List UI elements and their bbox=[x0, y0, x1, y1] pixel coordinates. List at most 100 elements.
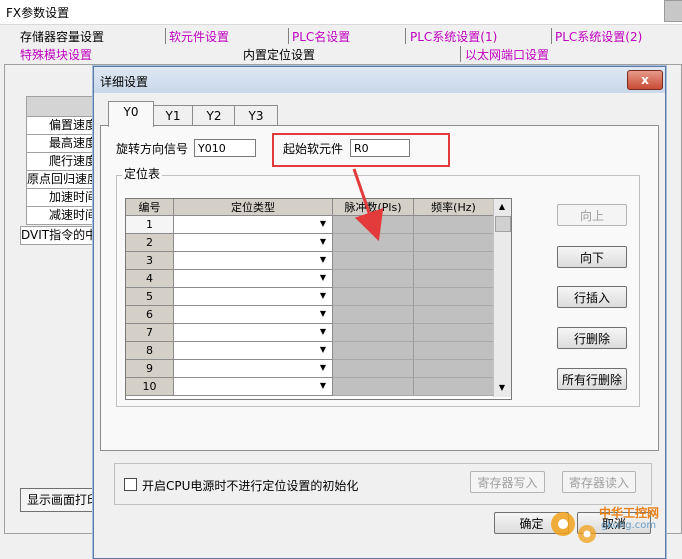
init-checkbox[interactable] bbox=[124, 478, 137, 491]
pulse-count-cell[interactable] bbox=[333, 306, 414, 324]
table-vertical-scrollbar[interactable]: ▲ ▼ bbox=[493, 199, 511, 397]
pulse-count-cell[interactable] bbox=[333, 270, 414, 288]
outer-window-title: FX参数设置 bbox=[6, 6, 70, 20]
dropdown-arrow-icon[interactable]: ▼ bbox=[316, 306, 330, 322]
row-number-cell: 6 bbox=[126, 306, 174, 324]
frequency-cell[interactable] bbox=[414, 252, 494, 270]
watermark-subtext: gkong.com bbox=[601, 520, 657, 531]
frequency-cell[interactable] bbox=[414, 306, 494, 324]
dropdown-arrow-icon[interactable]: ▼ bbox=[316, 360, 330, 376]
param-row-decel-time: 减速时间 bbox=[26, 206, 98, 225]
dropdown-arrow-icon[interactable]: ▼ bbox=[316, 378, 330, 394]
dropdown-arrow-icon[interactable]: ▼ bbox=[316, 234, 330, 250]
tab-plc-system-1[interactable]: PLC系统设置(1) bbox=[410, 28, 497, 44]
row-number-cell: 5 bbox=[126, 288, 174, 306]
positioning-type-dropdown[interactable]: ▼ bbox=[174, 288, 333, 306]
rotation-signal-input[interactable]: Y010 bbox=[194, 139, 256, 157]
rotation-signal-label: 旋转方向信号 bbox=[116, 142, 189, 156]
column-header-pulse-count: 脉冲数(Pls) bbox=[333, 199, 414, 216]
pulse-count-cell[interactable] bbox=[333, 216, 414, 234]
tab-y3[interactable]: Y3 bbox=[234, 105, 278, 126]
frequency-cell[interactable] bbox=[414, 288, 494, 306]
dropdown-arrow-icon[interactable]: ▼ bbox=[316, 342, 330, 358]
move-up-button[interactable]: 向上 bbox=[557, 204, 627, 226]
pulse-count-cell[interactable] bbox=[333, 378, 414, 396]
pulse-count-cell[interactable] bbox=[333, 234, 414, 252]
frequency-cell[interactable] bbox=[414, 342, 494, 360]
pulse-count-cell[interactable] bbox=[333, 288, 414, 306]
tab-y2[interactable]: Y2 bbox=[192, 105, 236, 126]
tab-y1[interactable]: Y1 bbox=[152, 105, 194, 126]
start-device-input[interactable]: R0 bbox=[350, 139, 410, 157]
dropdown-arrow-icon[interactable]: ▼ bbox=[316, 216, 330, 232]
positioning-table-grid: 编号 定位类型 脉冲数(Pls) 频率(Hz) 1 ▼ 2 ▼ 3 ▼ 4 ▼ 5 ▼ 6 ▼ 7 ▼ 8 ▼… bbox=[125, 198, 512, 400]
tab-separator bbox=[288, 28, 289, 44]
positioning-type-dropdown[interactable]: ▼ bbox=[174, 270, 333, 288]
frequency-cell[interactable] bbox=[414, 234, 494, 252]
positioning-type-dropdown[interactable]: ▼ bbox=[174, 252, 333, 270]
row-number-cell: 7 bbox=[126, 324, 174, 342]
dropdown-arrow-icon[interactable]: ▼ bbox=[316, 288, 330, 304]
frequency-cell[interactable] bbox=[414, 360, 494, 378]
positioning-type-dropdown[interactable]: ▼ bbox=[174, 378, 333, 396]
outer-title-bar: FX参数设置 bbox=[0, 0, 682, 25]
tab-ethernet-port[interactable]: 以太网端口设置 bbox=[465, 46, 549, 62]
tab-separator bbox=[405, 28, 406, 44]
pulse-count-cell[interactable] bbox=[333, 342, 414, 360]
tab-plc-name[interactable]: PLC名设置 bbox=[292, 28, 350, 44]
delete-all-rows-button[interactable]: 所有行删除 bbox=[557, 368, 627, 390]
register-read-button[interactable]: 寄存器读入 bbox=[562, 471, 636, 493]
start-device-label: 起始软元件 bbox=[283, 142, 344, 156]
dialog-title-bar: 详细设置 bbox=[94, 67, 665, 93]
move-down-button[interactable]: 向下 bbox=[557, 246, 627, 268]
positioning-type-dropdown[interactable]: ▼ bbox=[174, 234, 333, 252]
detail-settings-dialog: 详细设置 x Y0 Y1 Y2 Y3 旋转方向信号 Y010 起始软元件 R0 … bbox=[93, 66, 666, 559]
row-number-cell: 10 bbox=[126, 378, 174, 396]
tab-device-settings[interactable]: 软元件设置 bbox=[169, 28, 229, 44]
row-number-cell: 1 bbox=[126, 216, 174, 234]
positioning-type-dropdown[interactable]: ▼ bbox=[174, 216, 333, 234]
watermark-text: 中华工控网 bbox=[599, 506, 660, 520]
frequency-cell[interactable] bbox=[414, 216, 494, 234]
tab-plc-system-2[interactable]: PLC系统设置(2) bbox=[555, 28, 642, 44]
tab-y0[interactable]: Y0 bbox=[108, 101, 154, 127]
row-number-cell: 2 bbox=[126, 234, 174, 252]
row-number-cell: 9 bbox=[126, 360, 174, 378]
register-write-button[interactable]: 寄存器写入 bbox=[470, 471, 545, 493]
positioning-type-dropdown[interactable]: ▼ bbox=[174, 324, 333, 342]
row-number-cell: 8 bbox=[126, 342, 174, 360]
tab-separator bbox=[551, 28, 552, 44]
init-checkbox-label: 开启CPU电源时不进行定位设置的初始化 bbox=[142, 479, 359, 493]
dropdown-arrow-icon[interactable]: ▼ bbox=[316, 270, 330, 286]
dropdown-arrow-icon[interactable]: ▼ bbox=[316, 252, 330, 268]
delete-row-button[interactable]: 行删除 bbox=[557, 327, 627, 349]
dialog-close-button[interactable]: x bbox=[627, 70, 663, 90]
frequency-cell[interactable] bbox=[414, 270, 494, 288]
frequency-cell[interactable] bbox=[414, 378, 494, 396]
param-row-bias-speed: 偏置速度 bbox=[26, 116, 98, 135]
scroll-thumb[interactable] bbox=[495, 216, 511, 232]
scroll-up-icon[interactable]: ▲ bbox=[494, 199, 510, 215]
dropdown-arrow-icon[interactable]: ▼ bbox=[316, 324, 330, 340]
tab-builtin-positioning[interactable]: 内置定位设置 bbox=[243, 46, 315, 62]
param-row-creep-speed: 爬行速度 bbox=[26, 152, 98, 171]
dialog-title: 详细设置 bbox=[100, 75, 149, 89]
column-header-frequency: 频率(Hz) bbox=[414, 199, 494, 216]
outer-close-button[interactable] bbox=[664, 0, 682, 22]
param-row-accel-time: 加速时间 bbox=[26, 188, 98, 207]
tab-separator bbox=[460, 46, 461, 62]
param-list-header bbox=[26, 96, 98, 118]
pulse-count-cell[interactable] bbox=[333, 324, 414, 342]
pulse-count-cell[interactable] bbox=[333, 360, 414, 378]
positioning-type-dropdown[interactable]: ▼ bbox=[174, 360, 333, 378]
tab-memory-capacity[interactable]: 存储器容量设置 bbox=[20, 28, 104, 44]
positioning-type-dropdown[interactable]: ▼ bbox=[174, 342, 333, 360]
scroll-down-icon[interactable]: ▼ bbox=[494, 380, 510, 396]
frequency-cell[interactable] bbox=[414, 324, 494, 342]
row-number-cell: 4 bbox=[126, 270, 174, 288]
pulse-count-cell[interactable] bbox=[333, 252, 414, 270]
insert-row-button[interactable]: 行插入 bbox=[557, 286, 627, 308]
tab-special-module[interactable]: 特殊模块设置 bbox=[20, 46, 92, 62]
positioning-type-dropdown[interactable]: ▼ bbox=[174, 306, 333, 324]
tab-separator bbox=[165, 28, 166, 44]
